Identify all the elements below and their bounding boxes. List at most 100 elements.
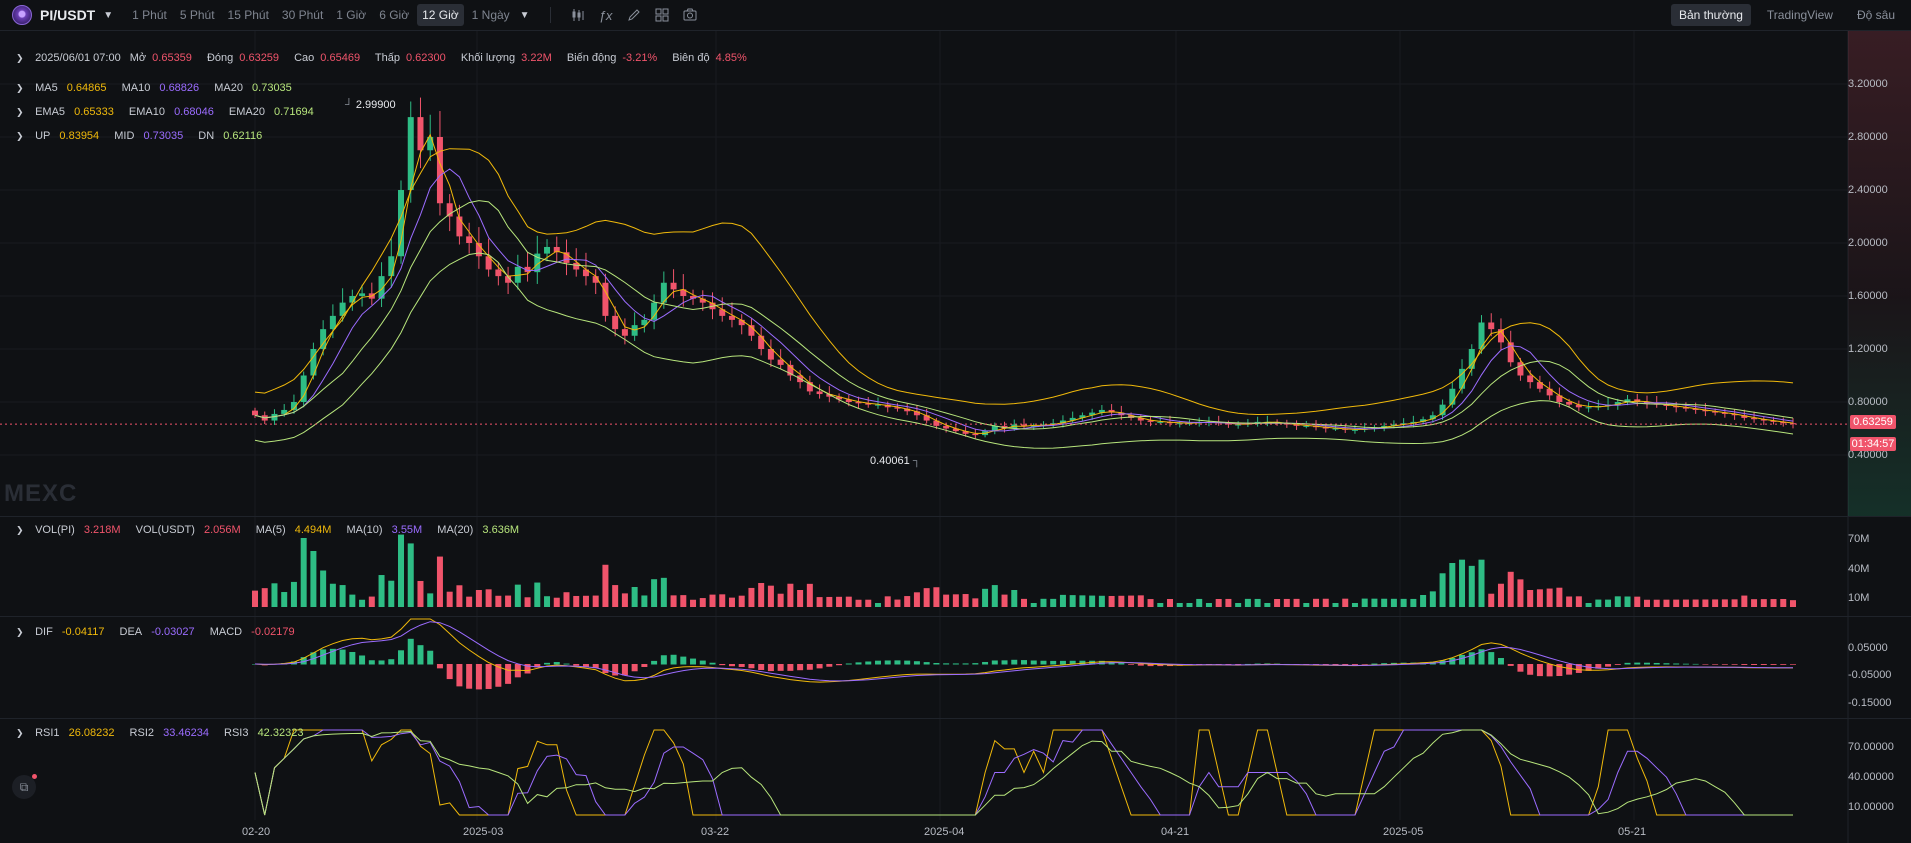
volume-bar — [1585, 603, 1592, 607]
macd-label: MACD — [209, 626, 243, 638]
volume-bar — [1089, 595, 1096, 607]
macd-bar — [388, 659, 395, 665]
volume-bar — [972, 598, 979, 607]
candle-body — [1585, 407, 1592, 409]
volume-bar — [359, 599, 366, 607]
macd-bar — [475, 664, 482, 690]
volume-bar — [1439, 573, 1446, 607]
volume-bar — [329, 583, 336, 607]
collapse-icon[interactable]: ❯ — [16, 107, 26, 118]
macd-bar — [1527, 664, 1534, 675]
volume-bar — [290, 581, 297, 607]
macd-bar — [1634, 662, 1641, 665]
ema20-label: EMA20 — [228, 106, 265, 118]
price-chart[interactable] — [0, 0, 1911, 843]
collapse-icon[interactable]: ❯ — [16, 53, 26, 64]
collapse-icon[interactable]: ❯ — [16, 525, 26, 536]
macd-bar — [446, 664, 453, 680]
macd-bar — [1566, 664, 1573, 675]
volume-bar — [553, 597, 560, 607]
boll-up-label: UP — [35, 130, 51, 142]
time-axis-label: 04-21 — [1161, 826, 1190, 838]
volume-bar — [1702, 599, 1709, 607]
volume-bar — [1507, 571, 1514, 607]
vol-axis-label: 40M — [1848, 563, 1870, 575]
macd-bar — [1059, 660, 1066, 665]
boll-up-value: 0.83954 — [59, 130, 100, 142]
volume-bar — [1313, 598, 1320, 607]
price-axis-label: 3.20000 — [1848, 78, 1888, 90]
volume-label: Khối lượng — [460, 52, 516, 64]
time-axis-label: 2025-04 — [924, 826, 965, 838]
ma5-label: MA5 — [35, 82, 58, 94]
time-axis-label: 02-20 — [242, 826, 271, 838]
candle-body — [1478, 322, 1485, 349]
volume-bar — [1546, 588, 1553, 607]
volume-bar — [982, 588, 989, 607]
volume-bar — [398, 534, 405, 607]
macd-bar — [797, 664, 804, 671]
candle-body — [1439, 404, 1446, 416]
change-label: Biến động — [566, 52, 617, 64]
vol-pi-label: VOL(PI) — [35, 524, 75, 536]
macd-bar — [767, 664, 774, 672]
volume-bar — [281, 592, 288, 607]
volume-bar — [436, 556, 443, 607]
candle-body — [359, 293, 366, 296]
macd-bar — [826, 664, 833, 667]
candle-body — [1235, 424, 1242, 426]
collapse-icon[interactable]: ❯ — [16, 131, 26, 142]
time-axis-label: 2025-05 — [1383, 826, 1424, 838]
macd-bar — [738, 664, 745, 667]
macd-axis-label: -0.15000 — [1848, 697, 1892, 709]
volume-bar — [855, 599, 862, 607]
collapse-icon[interactable]: ❯ — [16, 627, 26, 638]
volume-bar — [923, 588, 930, 607]
volume-bar — [320, 570, 327, 607]
vol-ma5-value: 4.494M — [294, 524, 332, 536]
macd-bar — [836, 664, 843, 666]
mexc-watermark: MEXC — [4, 480, 78, 507]
volume-bar — [728, 597, 735, 607]
volume-bar — [1790, 600, 1796, 607]
ema10-label: EMA10 — [128, 106, 165, 118]
macd-bar — [1118, 663, 1125, 665]
volume-bar — [1342, 598, 1349, 607]
vol-ma10-label: MA(10) — [346, 524, 383, 536]
volume-bar — [485, 589, 492, 607]
boll-mid-label: MID — [114, 130, 135, 142]
collapse-icon[interactable]: ❯ — [16, 728, 26, 739]
macd-bar — [884, 660, 891, 665]
vol-usdt-label: VOL(USDT) — [135, 524, 195, 536]
rsi-axis-label: 10.00000 — [1848, 801, 1894, 813]
price-axis-label: 1.20000 — [1848, 343, 1888, 355]
volume-bar — [1128, 595, 1135, 607]
volume-bar — [719, 594, 726, 607]
macd-bar — [1128, 664, 1135, 665]
volume-bar — [1770, 599, 1777, 607]
ma-line — [254, 133, 1794, 434]
volume-bar — [1293, 598, 1300, 607]
volume-bar — [1332, 603, 1339, 607]
macd-bar — [1741, 664, 1748, 665]
macd-bar — [1780, 664, 1787, 665]
price-axis-label: 1.60000 — [1848, 290, 1888, 302]
volume-bar — [806, 583, 813, 607]
volume-bar — [1059, 594, 1066, 607]
boll-dn-label: DN — [198, 130, 215, 142]
collapse-icon[interactable]: ❯ — [16, 83, 26, 94]
ma10-label: MA10 — [121, 82, 151, 94]
volume-bar — [1712, 599, 1719, 607]
candle-body — [816, 391, 823, 395]
volume-bar — [1663, 599, 1670, 607]
low-marker-value: 0.40061 — [870, 455, 910, 467]
volume-bar — [1449, 563, 1456, 607]
macd-bar — [339, 649, 346, 665]
macd-bar — [1137, 664, 1144, 666]
ema5-value: 0.65333 — [74, 106, 114, 118]
volume-bar — [1254, 598, 1261, 607]
dif-label: DIF — [35, 626, 53, 638]
low-label: Thấp — [374, 52, 400, 64]
macd-bar — [1536, 664, 1543, 677]
vol-axis-label: 70M — [1848, 533, 1870, 545]
